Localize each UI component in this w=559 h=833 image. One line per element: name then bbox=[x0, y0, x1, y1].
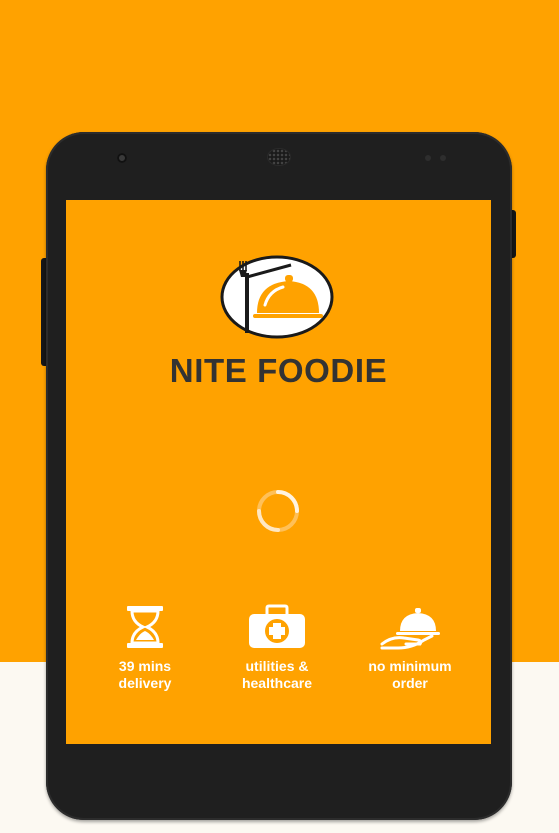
feature-fast-delivery: 39 mins delivery bbox=[80, 604, 210, 692]
loading-spinner-icon bbox=[257, 490, 299, 532]
front-camera bbox=[117, 153, 127, 163]
hourglass-icon bbox=[127, 606, 163, 648]
nite-foodie-logo-icon bbox=[220, 255, 334, 339]
serving-cloche-icon bbox=[380, 608, 440, 650]
app-title: NITE FOODIE bbox=[169, 352, 388, 389]
feature-utilities-healthcare: utilities & healthcare bbox=[212, 604, 342, 692]
earpiece-speaker bbox=[268, 149, 290, 165]
light-sensor bbox=[440, 155, 446, 161]
feature-label: 39 mins delivery bbox=[118, 658, 172, 691]
splash-screen: NITE FOODIE 39 mins delivery utilities & bbox=[66, 200, 491, 744]
feature-label: utilities & healthcare bbox=[241, 658, 313, 691]
feature-no-minimum-order: no minimum order bbox=[345, 604, 475, 692]
first-aid-kit-icon bbox=[249, 604, 305, 648]
feature-label: no minimum order bbox=[368, 658, 452, 691]
proximity-sensor bbox=[425, 155, 431, 161]
